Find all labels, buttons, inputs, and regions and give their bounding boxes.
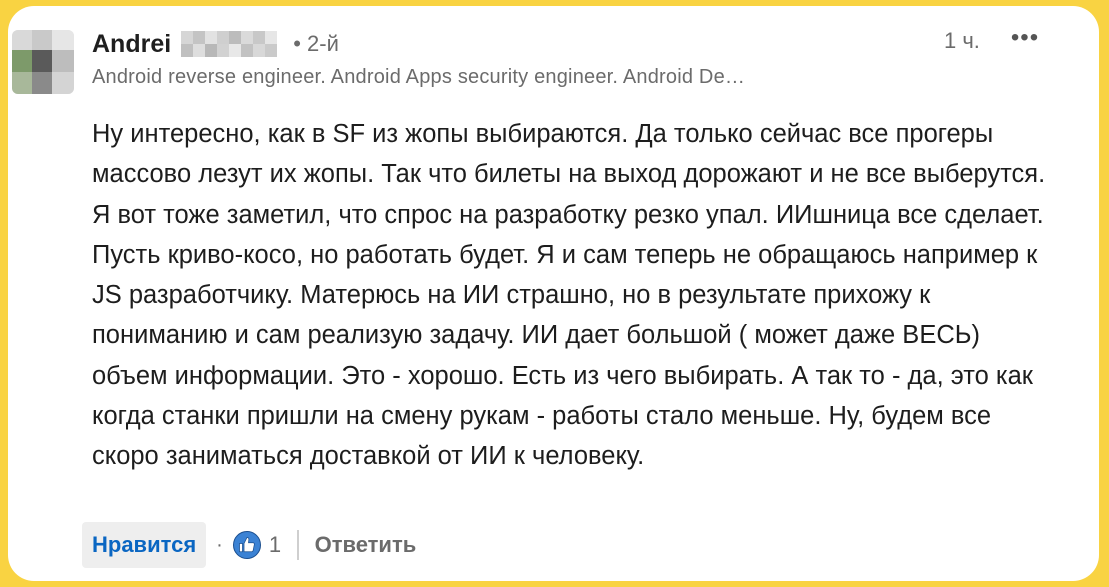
connection-degree: • 2-й bbox=[293, 31, 339, 56]
separator-dot: · bbox=[216, 533, 223, 556]
reply-button[interactable]: Ответить bbox=[315, 532, 417, 558]
comment-time: 1 ч. bbox=[944, 28, 980, 53]
avatar[interactable] bbox=[12, 30, 74, 94]
blurred-surname bbox=[181, 31, 281, 57]
divider bbox=[297, 530, 299, 560]
comment-actions: Нравится · 1 Ответить bbox=[82, 522, 416, 568]
like-label: Нравится bbox=[92, 532, 197, 557]
like-button[interactable]: Нравится bbox=[82, 522, 207, 568]
author-headline: Android reverse engineer. Android Apps s… bbox=[92, 66, 746, 88]
comment-text: Ну интересно, как в SF из жопы выбираютс… bbox=[92, 114, 1062, 477]
thumbs-up-icon[interactable] bbox=[232, 531, 261, 559]
comment-body: Ну интересно, как в SF из жопы выбираютс… bbox=[92, 120, 1046, 471]
author-name[interactable]: Andrei bbox=[92, 30, 171, 59]
reaction-count[interactable]: 1 bbox=[269, 532, 281, 558]
more-options-button[interactable]: ••• bbox=[1005, 24, 1045, 52]
more-horizontal-icon: ••• bbox=[1010, 24, 1040, 51]
comment-card: Andrei • 2-й Android reverse engineer. A… bbox=[8, 6, 1099, 581]
author-row: Andrei • 2-й bbox=[92, 28, 339, 60]
